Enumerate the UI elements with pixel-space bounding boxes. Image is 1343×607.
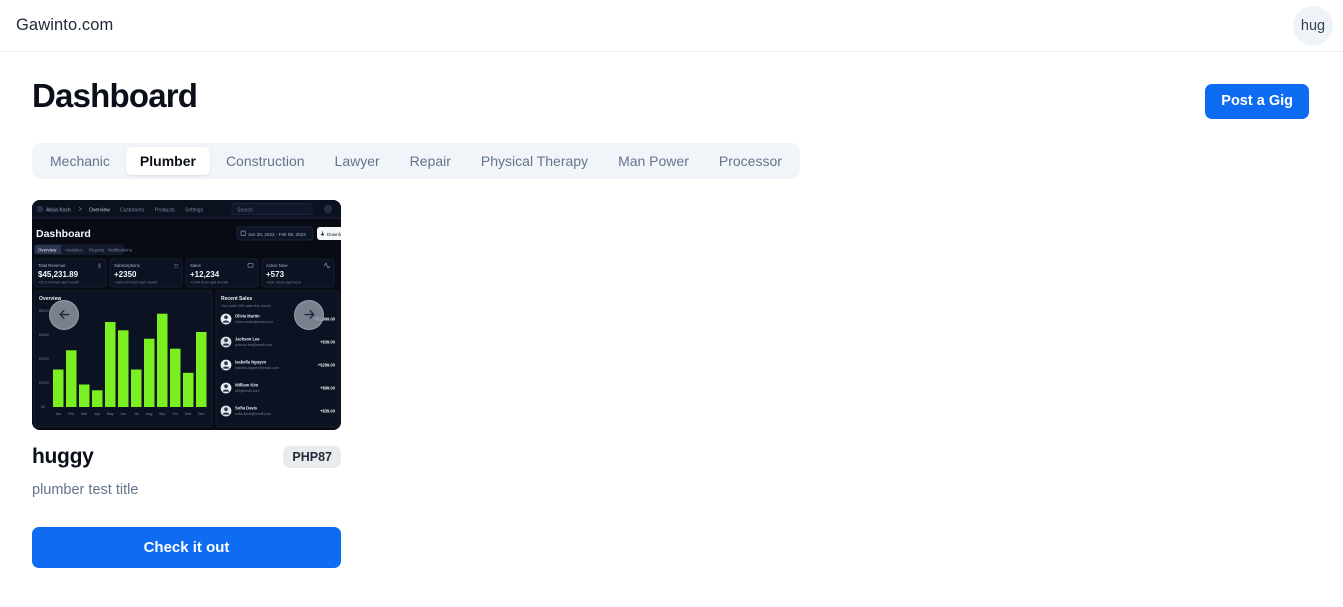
svg-text:Aug: Aug	[146, 412, 152, 416]
svg-text:$6000: $6000	[39, 309, 49, 313]
svg-text:+$299.00: +$299.00	[318, 362, 336, 367]
svg-text:+20.1% from last month: +20.1% from last month	[38, 279, 79, 284]
carousel-prev-button[interactable]	[49, 299, 79, 330]
svg-text:Sofia Davis: Sofia Davis	[235, 405, 258, 410]
svg-text:Jul: Jul	[134, 412, 139, 416]
page-title: Dashboard	[32, 77, 198, 114]
svg-text:Download: Download	[327, 231, 341, 236]
svg-text:sofia.davis@email.com: sofia.davis@email.com	[235, 412, 271, 416]
arrow-left-icon	[58, 310, 70, 319]
gig-title: huggy	[32, 445, 94, 469]
svg-text:Oct: Oct	[172, 412, 178, 416]
gig-thumbnail[interactable]: Alicia Koch Overview Customers Products …	[32, 199, 341, 430]
svg-text:+$39.00: +$39.00	[320, 339, 336, 344]
svg-text:Settings: Settings	[185, 207, 204, 213]
page-header: Dashboard Post a Gig	[32, 77, 1311, 119]
tab-physical-therapy[interactable]: Physical Therapy	[467, 147, 602, 175]
gig-description: plumber test title	[32, 482, 139, 498]
arrow-right-icon	[303, 310, 315, 319]
tab-repair[interactable]: Repair	[396, 147, 465, 175]
svg-text:Customers: Customers	[120, 207, 145, 213]
svg-text:will@email.com: will@email.com	[235, 389, 259, 393]
carousel-next-button[interactable]	[294, 299, 324, 330]
gig-card: Alicia Koch Overview Customers Products …	[32, 199, 341, 568]
svg-text:Dec: Dec	[198, 412, 205, 416]
brand-logo[interactable]: Gawinto.com	[16, 17, 113, 34]
svg-text:You made 265 sales this month.: You made 265 sales this month.	[221, 304, 272, 308]
svg-text:$: $	[98, 263, 101, 269]
page-content: Dashboard Post a Gig Mechanic Plumber Co…	[0, 52, 1343, 568]
svg-text:Jackson Lee: Jackson Lee	[235, 336, 260, 341]
svg-text:William Kim: William Kim	[235, 382, 259, 387]
svg-text:May: May	[107, 412, 114, 416]
tab-plumber[interactable]: Plumber	[125, 146, 210, 175]
svg-text:Overview: Overview	[89, 207, 110, 213]
svg-text:Apr: Apr	[94, 412, 100, 416]
svg-text:Jun: Jun	[120, 412, 126, 416]
svg-text:$4500: $4500	[39, 333, 49, 337]
svg-text:isabella.nguyen@email.com: isabella.nguyen@email.com	[235, 366, 279, 370]
svg-text:Overview: Overview	[38, 247, 57, 252]
svg-text:Olivia Martin: Olivia Martin	[235, 313, 260, 318]
svg-text:$0: $0	[41, 405, 45, 409]
svg-text:Dashboard: Dashboard	[36, 228, 91, 240]
svg-text:jackson.lee@email.com: jackson.lee@email.com	[234, 343, 272, 347]
svg-text:Total Revenue: Total Revenue	[38, 263, 66, 268]
tab-construction[interactable]: Construction	[212, 147, 319, 175]
svg-text:Recent Sales: Recent Sales	[221, 296, 252, 302]
svg-text:Subscriptions: Subscriptions	[114, 263, 140, 268]
svg-text:+19% from last month: +19% from last month	[190, 279, 228, 284]
tab-man-power[interactable]: Man Power	[604, 147, 703, 175]
svg-text:Sales: Sales	[190, 263, 201, 268]
svg-text:Notifications: Notifications	[108, 247, 133, 252]
svg-text:Feb: Feb	[68, 412, 74, 416]
svg-text:+2350: +2350	[114, 270, 137, 279]
avatar[interactable]: hug	[1293, 5, 1333, 46]
svg-text:$3000: $3000	[39, 357, 49, 361]
tab-lawyer[interactable]: Lawyer	[321, 147, 394, 175]
svg-text:+180.1% from last month: +180.1% from last month	[114, 279, 157, 284]
svg-text:Search: Search	[237, 207, 253, 213]
gig-title-row: huggy PHP87	[32, 445, 341, 469]
category-tabs: Mechanic Plumber Construction Lawyer Rep…	[32, 142, 800, 179]
svg-text:+$99.00: +$99.00	[320, 385, 336, 390]
svg-text:Alicia Koch: Alicia Koch	[46, 207, 71, 213]
top-navbar: Gawinto.com hug	[0, 0, 1343, 52]
gig-list: Alicia Koch Overview Customers Products …	[32, 199, 1311, 568]
check-it-out-button[interactable]: Check it out	[32, 526, 341, 568]
svg-text:$45,231.89: $45,231.89	[38, 270, 79, 279]
svg-text:+573: +573	[266, 270, 285, 279]
post-a-gig-button[interactable]: Post a Gig	[1205, 84, 1309, 119]
svg-text:Nov: Nov	[185, 412, 192, 416]
svg-text:Reports: Reports	[89, 247, 105, 252]
svg-text:Jan 20, 2023 - Feb 09, 2023: Jan 20, 2023 - Feb 09, 2023	[248, 231, 306, 236]
svg-text:Analytics: Analytics	[65, 247, 83, 252]
tab-processor[interactable]: Processor	[705, 147, 796, 175]
svg-text:+12,234: +12,234	[190, 270, 220, 279]
svg-text:Active Now: Active Now	[266, 263, 288, 268]
svg-text:+201 since last hour: +201 since last hour	[266, 279, 302, 284]
svg-text:Products: Products	[155, 207, 175, 213]
svg-text:olivia.martin@email.com: olivia.martin@email.com	[235, 320, 273, 324]
svg-text:Isabella Nguyen: Isabella Nguyen	[235, 359, 267, 364]
svg-text:Sep: Sep	[159, 412, 165, 416]
price-badge: PHP87	[283, 445, 341, 468]
svg-text:+$39.00: +$39.00	[320, 408, 336, 413]
svg-text:☷: ☷	[174, 263, 179, 269]
svg-text:Mar: Mar	[81, 412, 88, 416]
svg-text:Jan: Jan	[55, 412, 61, 416]
svg-text:$1500: $1500	[39, 381, 49, 385]
tab-mechanic[interactable]: Mechanic	[36, 147, 124, 175]
